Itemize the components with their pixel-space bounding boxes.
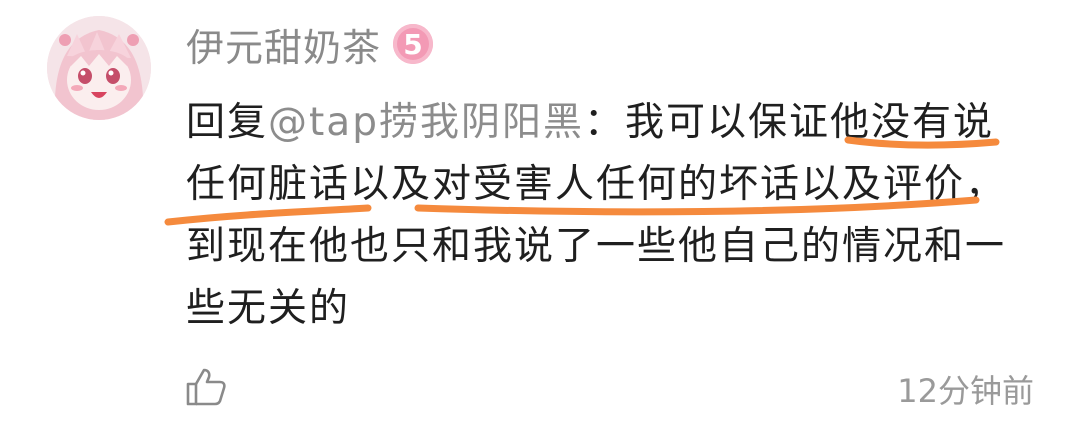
thumbs-up-icon[interactable]: [184, 364, 228, 408]
user-avatar[interactable]: [47, 16, 151, 120]
mention-link[interactable]: @tap捞我阴阳黑: [268, 100, 584, 145]
avatar-illustration: [47, 16, 151, 120]
comment-timestamp: 12分钟前: [897, 372, 1034, 410]
comment-text: 回复@tap捞我阴阳黑：我可以保证他没有说任何脏话以及对受害人任何的坏话以及评价…: [186, 92, 1031, 340]
username[interactable]: 伊元甜奶茶: [186, 17, 381, 72]
username-row: 伊元甜奶茶 5: [186, 14, 434, 74]
level-badge: 5: [393, 24, 434, 64]
reply-prefix: 回复: [186, 100, 269, 145]
